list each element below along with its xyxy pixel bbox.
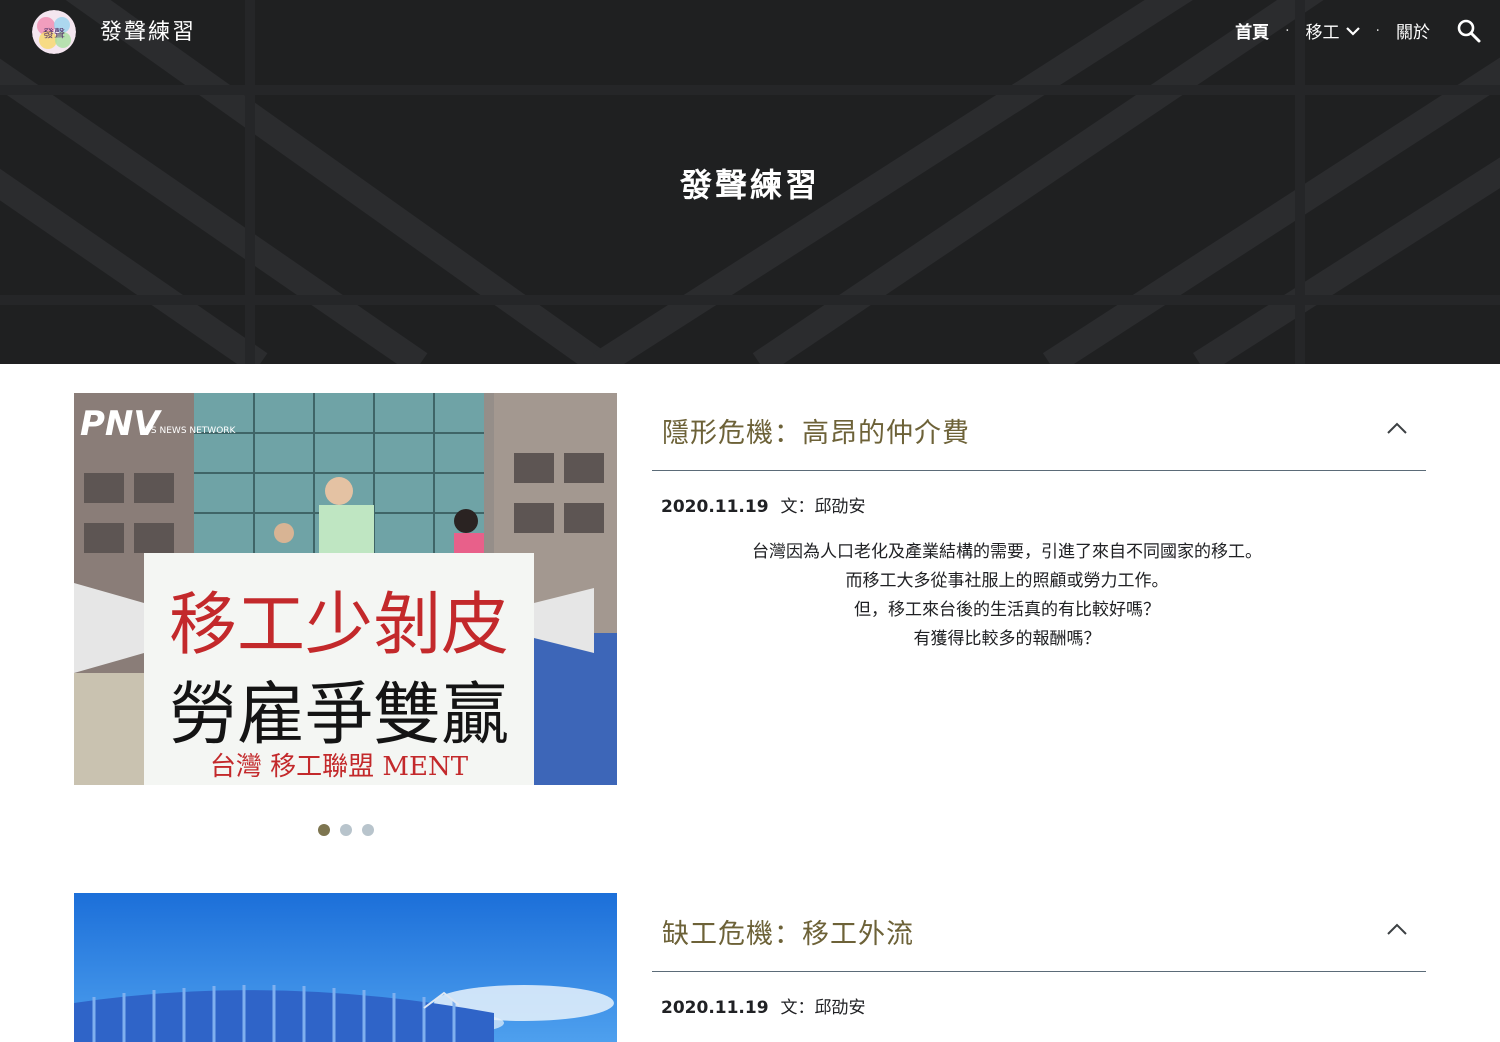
nav-item-label: 關於 <box>1396 23 1430 43</box>
hero-banner: 發聲 發聲練習 首頁 · 移工 · 關於 發聲練習 <box>0 0 1500 364</box>
banner-line1: 移工少剝皮 <box>169 586 509 665</box>
article-meta: 2020.11.19 文：邱劭安 <box>661 492 866 517</box>
sky-photo <box>74 893 617 1042</box>
chevron-up-icon[interactable] <box>1386 421 1408 435</box>
article-date: 2020.11.19 <box>661 998 769 1018</box>
article-author: 文：邱劭安 <box>780 998 866 1018</box>
article-author: 文：邱劭安 <box>780 497 866 517</box>
nav-item-home[interactable]: 首頁 <box>1235 18 1269 43</box>
accordion-header-fees[interactable]: 隱形危機：高昂的仲介費 <box>652 393 1426 471</box>
carousel-dot[interactable] <box>362 824 374 836</box>
carousel-dot[interactable] <box>318 824 330 836</box>
protest-photo: 移工少剝皮 勞雇爭雙贏 台灣 移工聯盟 MENT PNV PTS NEWS NE… <box>74 393 617 785</box>
main-navigation: 首頁 · 移工 · 關於 <box>1235 18 1430 44</box>
top-navigation-bar: 發聲 發聲練習 首頁 · 移工 · 關於 <box>0 0 1500 64</box>
nav-item-label: 首頁 <box>1235 23 1270 43</box>
banner-footer: 台灣 移工聯盟 MENT <box>210 752 469 782</box>
nav-item-label: 移工 <box>1305 23 1340 43</box>
summary-line: 但，移工來台後的生活真的有比較好嗎？ <box>854 600 1160 620</box>
nav-separator: · <box>1375 22 1380 39</box>
search-icon[interactable] <box>1456 18 1482 44</box>
section-title: 隱形危機：高昂的仲介費 <box>662 418 970 449</box>
banner-line2: 勞雇爭雙贏 <box>169 676 509 755</box>
chevron-down-icon[interactable] <box>1345 26 1360 36</box>
carousel-indicators <box>318 824 374 836</box>
accordion-header-outflow[interactable]: 缺工危機：移工外流 <box>652 894 1426 972</box>
article-summary: 台灣因為人口老化及產業結構的需要，引進了來自不同國家的移工。 而移工大多從事社服… <box>652 538 1362 654</box>
summary-line: 而移工大多從事社服上的照顧或勞力工作。 <box>845 571 1169 591</box>
nav-separator: · <box>1285 22 1290 39</box>
site-title[interactable]: 發聲練習 <box>100 14 196 46</box>
nav-item-about[interactable]: 關於 <box>1396 18 1430 43</box>
page-title: 發聲練習 <box>679 166 820 204</box>
summary-line: 有獲得比較多的報酬嗎？ <box>913 629 1101 649</box>
site-logo[interactable]: 發聲 <box>32 10 76 54</box>
section-image-sky[interactable] <box>74 893 617 1042</box>
nav-item-migrant-workers[interactable]: 移工 <box>1306 18 1360 43</box>
article-meta: 2020.11.19 文：邱劭安 <box>661 993 866 1018</box>
article-date: 2020.11.19 <box>661 497 769 517</box>
svg-text:發聲: 發聲 <box>43 26 65 40</box>
chevron-up-icon[interactable] <box>1386 922 1408 936</box>
section-image-protest[interactable]: 移工少剝皮 勞雇爭雙贏 台灣 移工聯盟 MENT PNV PTS NEWS NE… <box>74 393 617 785</box>
svg-text:PNV: PNV <box>80 404 162 444</box>
summary-line: 台灣因為人口老化及產業結構的需要，引進了來自不同國家的移工。 <box>752 542 1262 562</box>
watermark: PTS NEWS NETWORK <box>140 426 237 436</box>
section-title: 缺工危機：移工外流 <box>662 919 914 950</box>
carousel-dot[interactable] <box>340 824 352 836</box>
